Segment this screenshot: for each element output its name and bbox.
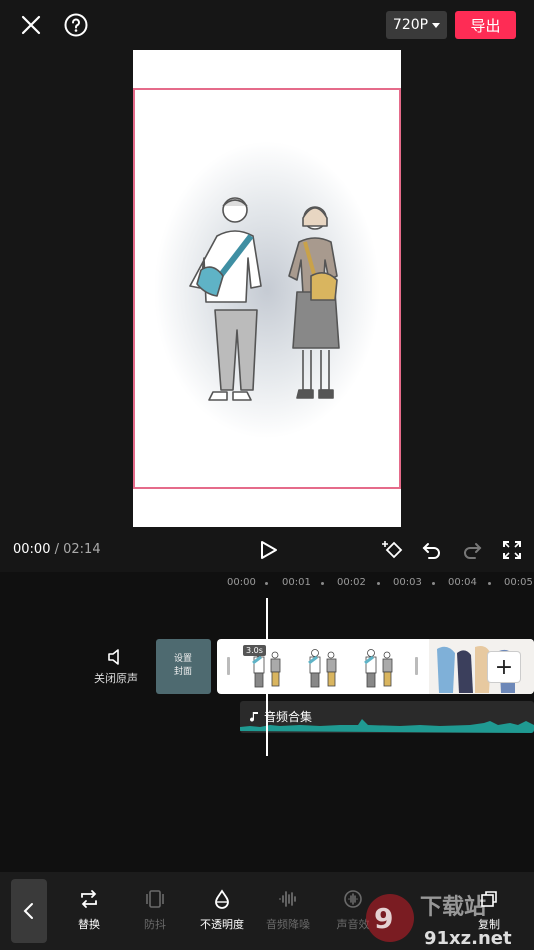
export-button[interactable]: 导出 [455, 11, 516, 39]
preview-canvas[interactable] [133, 50, 401, 527]
top-bar: 720P 导出 [0, 0, 534, 50]
close-icon[interactable] [18, 12, 44, 38]
chevron-left-icon [23, 903, 33, 919]
add-clip-button[interactable]: + [488, 652, 520, 682]
tool-replace[interactable]: 替换 [58, 888, 120, 932]
ruler-dot [488, 582, 491, 585]
svg-text:下载站: 下载站 [420, 894, 486, 920]
cover-label-line2: 封面 [174, 667, 193, 677]
back-button[interactable] [11, 879, 47, 943]
opacity-drop-icon [215, 889, 229, 909]
ruler-tick: 00:00 [227, 577, 256, 588]
clip-duration-badge: 3.0s [243, 645, 266, 656]
help-icon[interactable] [63, 12, 89, 38]
music-note-icon [250, 711, 258, 722]
ruler-tick: 00:03 [393, 577, 422, 588]
speaker-icon [108, 649, 119, 665]
mute-label: 关闭原声 [94, 672, 138, 685]
ruler-tick: 00:01 [282, 577, 311, 588]
tool-noise-reduction: 音频降噪 [257, 888, 319, 932]
playhead[interactable] [266, 598, 268, 756]
tool-opacity[interactable]: 不透明度 [191, 888, 253, 932]
redo-icon[interactable] [461, 539, 483, 561]
ruler-tick: 00:05 [504, 577, 533, 588]
resolution-label: 720P [392, 17, 429, 33]
audio-label: 音频合集 [249, 708, 312, 725]
ruler-dot [377, 582, 380, 585]
time-ruler: 00:00 00:01 00:02 00:03 00:04 00:05 [0, 577, 534, 591]
tool-label: 防抖 [144, 918, 166, 931]
video-clip-track[interactable]: 3.0s [217, 639, 534, 694]
set-cover-button[interactable]: 设置 封面 [156, 639, 211, 694]
mute-original-audio-button[interactable]: 关闭原声 [88, 648, 144, 690]
tool-label: 不透明度 [200, 918, 244, 931]
caret-down-icon [432, 22, 441, 28]
replace-icon [81, 890, 97, 908]
play-icon[interactable] [257, 539, 279, 561]
keyframe-icon[interactable] [381, 538, 405, 562]
svg-text:9: 9 [374, 902, 393, 935]
stabilize-icon [146, 890, 164, 908]
resolution-dropdown[interactable]: 720P [386, 11, 447, 39]
svg-text:91xz.net: 91xz.net [424, 928, 512, 949]
undo-icon[interactable] [421, 539, 443, 561]
audio-track[interactable]: 音频合集 [240, 701, 534, 733]
time-display: 00:00 / 02:14 [13, 542, 101, 557]
ruler-dot [321, 582, 324, 585]
ruler-tick: 00:04 [448, 577, 477, 588]
ruler-tick: 00:02 [337, 577, 366, 588]
site-watermark-logo: 9 下载站 91xz.net [366, 894, 512, 949]
tool-label: 音频降噪 [266, 918, 310, 931]
total-time: / 02:14 [54, 542, 101, 557]
waveform-icon [279, 891, 296, 907]
ruler-dot [265, 582, 268, 585]
tool-stabilize: 防抖 [124, 888, 186, 932]
selection-frame[interactable] [133, 88, 401, 489]
cover-label-line1: 设置 [174, 654, 193, 664]
ruler-dot [432, 582, 435, 585]
current-time: 00:00 [13, 542, 51, 557]
audio-track-name: 音频合集 [264, 710, 313, 724]
fullscreen-icon[interactable] [501, 539, 523, 561]
tool-label: 替换 [78, 918, 100, 931]
